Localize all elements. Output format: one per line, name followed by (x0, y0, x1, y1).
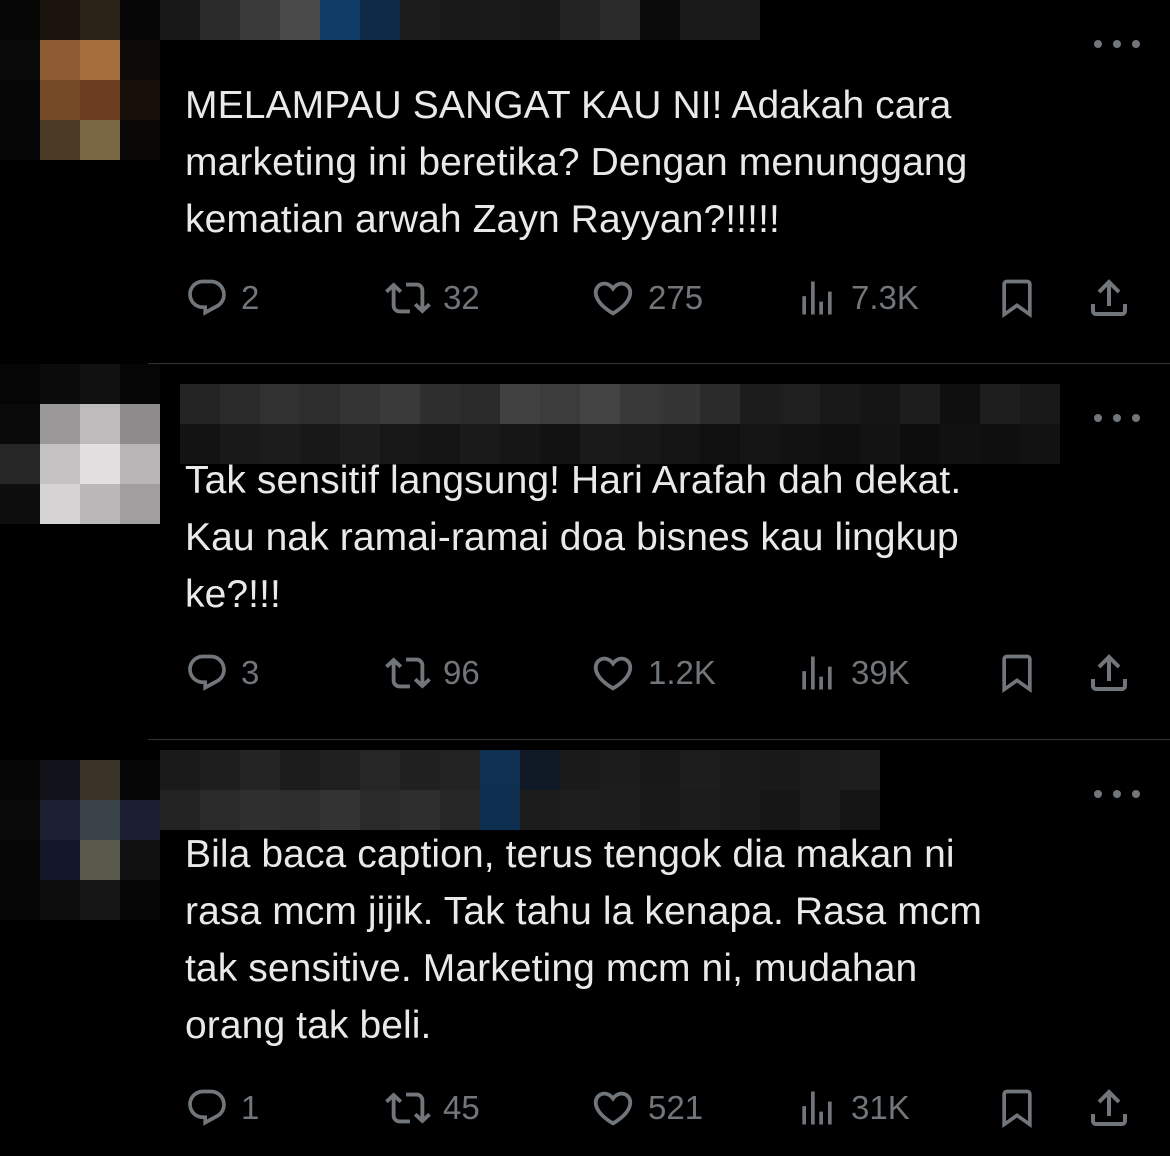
tweet-text: Bila baca caption, terus tengok dia maka… (185, 833, 982, 1047)
repost-arrows-icon (385, 282, 431, 314)
bar-chart-icon (802, 281, 832, 315)
like-button[interactable]: 1.2K (590, 648, 716, 698)
reply-count: 3 (241, 654, 260, 691)
repost-arrows-icon (385, 1092, 431, 1124)
tweet-actions: 2 32 275 7.3K (185, 273, 1140, 323)
bookmark-button[interactable] (995, 1083, 1039, 1133)
bar-chart-icon (802, 656, 832, 690)
heart-icon (593, 1091, 633, 1126)
speech-bubble-icon (188, 1089, 226, 1126)
views-count: 31K (851, 1089, 910, 1126)
bookmark-icon (1002, 1089, 1032, 1129)
more-dots-icon (1094, 414, 1102, 422)
speech-bubble-icon (188, 654, 226, 691)
tweet-actions: 1 45 521 31K (185, 1083, 1140, 1133)
speech-bubble-icon (188, 279, 226, 316)
like-button[interactable]: 521 (590, 1083, 703, 1133)
like-button[interactable]: 275 (590, 273, 703, 323)
username-blurred[interactable] (160, 750, 880, 830)
more-options-button[interactable] (1094, 787, 1140, 801)
views-count: 7.3K (851, 279, 919, 316)
avatar[interactable] (0, 364, 160, 524)
bookmark-icon (1002, 279, 1032, 319)
more-options-button[interactable] (1094, 411, 1140, 425)
heart-icon (593, 281, 633, 316)
bar-chart-icon (802, 1091, 832, 1125)
repost-arrows-icon (385, 657, 431, 689)
username-blurred[interactable] (160, 0, 760, 80)
like-count: 275 (648, 279, 704, 316)
views-button[interactable]: 31K (795, 1083, 910, 1133)
more-dots-icon (1094, 790, 1102, 798)
bookmark-button[interactable] (995, 273, 1039, 323)
repost-button[interactable]: 45 (385, 1083, 480, 1133)
tweet-text: MELAMPAU SANGAT KAU NI! Adakah cara mark… (185, 84, 968, 241)
avatar[interactable] (0, 0, 160, 160)
heart-icon (593, 656, 633, 691)
tweet-actions: 3 96 1.2K 39K (185, 648, 1140, 698)
views-button[interactable]: 7.3K (795, 273, 919, 323)
repost-count: 96 (443, 654, 480, 691)
divider (148, 739, 1170, 740)
bookmark-button[interactable] (995, 648, 1039, 698)
reply-button[interactable]: 3 (185, 648, 259, 698)
repost-count: 32 (443, 279, 480, 316)
avatar[interactable] (0, 760, 160, 920)
repost-button[interactable]: 96 (385, 648, 480, 698)
share-button[interactable] (1085, 1083, 1133, 1133)
share-upload-icon (1091, 654, 1127, 691)
reply-count: 1 (241, 1089, 260, 1126)
reply-button[interactable]: 2 (185, 273, 259, 323)
like-count: 1.2K (648, 654, 716, 691)
reply-count: 2 (241, 279, 260, 316)
like-count: 521 (648, 1089, 704, 1126)
share-button[interactable] (1085, 273, 1133, 323)
share-upload-icon (1091, 1089, 1127, 1126)
more-dots-icon (1094, 40, 1102, 48)
share-upload-icon (1091, 279, 1127, 316)
reply-button[interactable]: 1 (185, 1083, 259, 1133)
views-button[interactable]: 39K (795, 648, 910, 698)
views-count: 39K (851, 654, 910, 691)
repost-count: 45 (443, 1089, 480, 1126)
tweet-text: Tak sensitif langsung! Hari Arafah dah d… (185, 459, 962, 616)
bookmark-icon (1002, 654, 1032, 694)
repost-button[interactable]: 32 (385, 273, 480, 323)
more-options-button[interactable] (1094, 37, 1140, 51)
share-button[interactable] (1085, 648, 1133, 698)
divider (148, 363, 1170, 364)
